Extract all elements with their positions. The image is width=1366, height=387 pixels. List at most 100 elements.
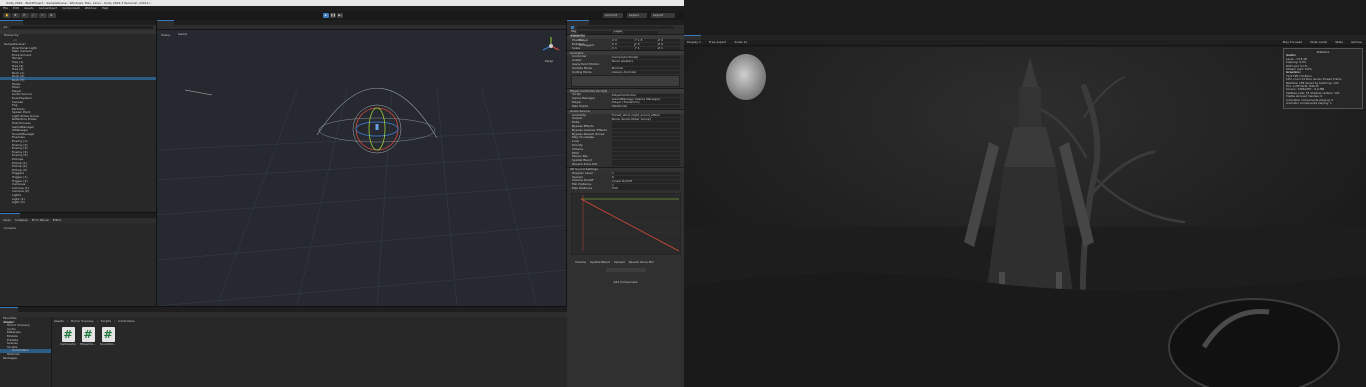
console-editor-dropdown[interactable]: Editor — [53, 219, 62, 223]
object-name-field[interactable]: Player — [577, 25, 674, 42]
player-controller-row-value[interactable]: PlayerController — [612, 93, 680, 97]
animator-row: Culling Mode Always Animate — [567, 71, 684, 75]
asset-camera-controller[interactable]: # CameraCo... — [60, 327, 76, 347]
asset-player-controller[interactable]: # PlayerCo... — [80, 327, 96, 347]
hierarchy-search-input[interactable]: All — [10, 26, 153, 42]
transform-z-field[interactable]: Z 0 — [658, 39, 680, 42]
tab-inspector[interactable]: Inspector — [567, 20, 589, 37]
audio-source-row-value[interactable] — [612, 132, 680, 136]
transform-y-field[interactable]: Y 1 — [635, 46, 657, 50]
legend-volume[interactable]: Volume — [575, 261, 586, 265]
animator-row-value[interactable]: Always Animate — [612, 70, 680, 74]
active-checkbox[interactable] — [571, 26, 574, 29]
rect-tool-button[interactable]: ▭ — [39, 13, 47, 18]
transform-z-field[interactable]: Z 0 — [658, 42, 680, 46]
transform-tool-button[interactable]: ⊕ — [48, 13, 56, 18]
inspector-panel: Inspector Player Tag Untagged Layer Defa… — [567, 20, 684, 387]
add-component-button[interactable]: Add Component — [605, 268, 646, 284]
animator-info-box — [571, 75, 680, 88]
sound-settings-row-value[interactable]: Linear Rolloff — [612, 179, 680, 183]
rotate-tool-button[interactable]: ⟳ — [21, 13, 29, 18]
sound-settings-row-value[interactable]: 1 — [612, 183, 680, 187]
layout-dropdown[interactable]: Layout — [651, 13, 675, 18]
console-collapse-button[interactable]: Collapse — [15, 219, 28, 223]
audio-source-row-value[interactable] — [612, 163, 680, 167]
sound-settings-row-value[interactable]: 500 — [612, 187, 680, 191]
animator-row-value[interactable]: None (Avatar) — [612, 59, 680, 63]
play-focused-toggle[interactable]: Play Focused — [1283, 41, 1303, 45]
transform-z-field[interactable]: Z 1 — [658, 46, 680, 50]
gizmos-toggle[interactable]: Gizmos — [1351, 41, 1362, 45]
main-toolbar: ✋ ✥ ⟳ ⤢ ▭ ⊕ ▶ ❚❚ ▶| Account Layers Layou… — [0, 11, 684, 20]
asset-sound-controller[interactable]: # SoundCo... — [100, 327, 116, 347]
aspect-dropdown[interactable]: Free Aspect — [709, 41, 727, 45]
account-dropdown[interactable]: Account — [603, 13, 623, 18]
player-controller-row-value[interactable]: GameManager (Game Manager) — [612, 97, 680, 101]
animator-row-value[interactable] — [612, 63, 680, 67]
pause-button[interactable]: ❚❚ — [330, 13, 336, 18]
audio-source-row-value[interactable] — [612, 129, 680, 133]
audio-source-row-value[interactable] — [612, 155, 680, 159]
sound-settings-row-value[interactable]: 1 — [612, 172, 680, 176]
tab-scene[interactable]: Scene — [157, 20, 175, 37]
player-controller-row-value[interactable]: MaxPoints — [612, 105, 680, 109]
tab-game-editor[interactable]: Game — [174, 20, 192, 36]
layer-dropdown[interactable]: Default — [624, 30, 659, 46]
hierarchy-item[interactable]: Light (2) — [0, 188, 156, 204]
moon — [726, 54, 766, 100]
hierarchy-item-label: Light (2) — [12, 200, 25, 205]
layers-dropdown[interactable]: Layers — [627, 13, 647, 18]
audio-source-icon[interactable] — [375, 124, 379, 130]
game-render — [684, 47, 1366, 387]
tag-dropdown[interactable]: Untagged — [578, 30, 613, 46]
sound-settings-row: Max Distance 500 — [567, 187, 684, 191]
console-error-pause-button[interactable]: Error Pause — [32, 219, 49, 223]
project-tree-item[interactable]: Packages — [0, 357, 51, 361]
transform-x-field[interactable]: X 0 — [612, 42, 634, 46]
audio-source-row-value[interactable] — [612, 121, 680, 125]
player-controller-row-value[interactable]: Player (Transform) — [612, 101, 680, 105]
scale-tool-button[interactable]: ⤢ — [30, 13, 38, 18]
add-object-icon[interactable]: +▾ — [3, 26, 7, 30]
legend-spread[interactable]: Spread — [614, 261, 625, 265]
display-dropdown[interactable]: Display 1 — [687, 41, 701, 45]
animator-row-value[interactable]: Normal — [612, 67, 680, 71]
tab-hierarchy[interactable]: Hierarchy — [0, 20, 23, 37]
project-toolbar — [0, 312, 567, 317]
hierarchy-panel: Hierarchy +▾ All SampleScene* Directiona… — [0, 20, 157, 212]
move-tool-button[interactable]: ✥ — [12, 13, 20, 18]
audio-source-row-value[interactable]: None (Audio Mixer Group) — [612, 117, 680, 121]
transform-y-field[interactable]: Y 1.5 — [635, 39, 657, 42]
legend-reverb-zone-mix[interactable]: Reverb Zone Mix — [629, 261, 654, 265]
legend-spatial-blend[interactable]: Spatial Blend — [590, 261, 610, 265]
audio-source-row-value[interactable] — [612, 136, 680, 140]
audio-source-row-value[interactable] — [612, 159, 680, 163]
stats-toggle[interactable]: Stats — [1335, 41, 1343, 45]
scale-slider[interactable]: Scale 1x — [734, 41, 747, 45]
sound-settings-row-value[interactable]: 0 — [612, 175, 680, 179]
tab-project[interactable]: Project — [0, 307, 19, 324]
tab-console[interactable]: Console — [0, 213, 20, 230]
play-button[interactable]: ▶ — [323, 13, 329, 18]
scene-orientation-gizmo[interactable]: Persp — [542, 37, 560, 63]
scene-view[interactable]: Scene Game Persp — [157, 20, 567, 306]
audio-source-row-value[interactable]: Forest_wind_night_sound_effect — [612, 113, 680, 117]
mute-audio-toggle[interactable]: Mute Audio — [1310, 41, 1327, 45]
audio-source-row-value[interactable] — [612, 148, 680, 152]
audio-source-row-value[interactable] — [612, 140, 680, 144]
project-folder-tree: Favorites Assets Horror Scenery Audio Materi… — [0, 317, 52, 387]
stats-graphics-line: Animator components playing: 1 — [1286, 102, 1332, 106]
console-clear-button[interactable]: Clear — [3, 219, 11, 223]
transform-x-field[interactable]: X 1 — [612, 46, 634, 50]
directional-light-gizmo[interactable] — [184, 89, 213, 96]
step-button[interactable]: ▶| — [337, 13, 343, 18]
animator-row-value[interactable]: CameraController — [612, 55, 680, 59]
audio-source-row-value[interactable] — [612, 151, 680, 155]
console-toolbar: Clear Collapse Error Pause Editor — [0, 218, 156, 223]
transform-y-field[interactable]: Y 0 — [635, 42, 657, 46]
rolloff-curve-graph[interactable] — [570, 192, 682, 255]
audio-source-row-value[interactable] — [612, 125, 680, 129]
audio-source-row-value[interactable] — [612, 144, 680, 148]
transform-x-field[interactable]: X 0 — [612, 39, 634, 42]
hand-tool-button[interactable]: ✋ — [3, 13, 11, 18]
